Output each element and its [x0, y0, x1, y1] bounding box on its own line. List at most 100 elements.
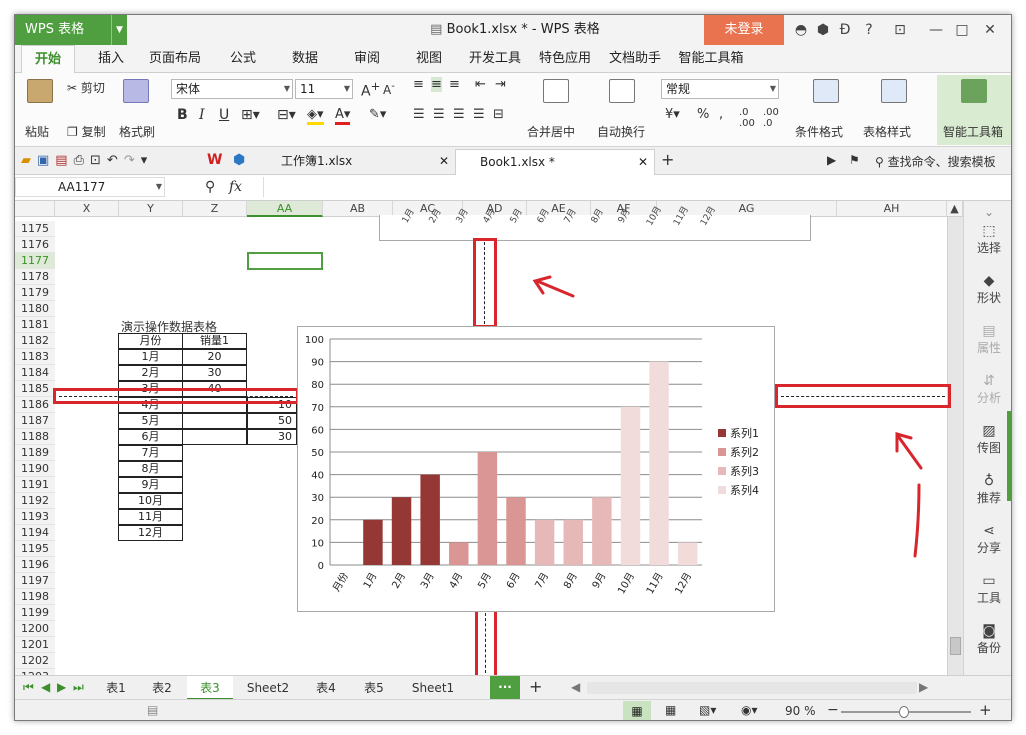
- sidebar-expand-handle[interactable]: [1007, 411, 1011, 501]
- zoom-in-icon[interactable]: +: [979, 701, 992, 719]
- format-painter-button[interactable]: 格式刷: [119, 123, 155, 140]
- clear-format-icon[interactable]: ✎▾: [369, 107, 386, 122]
- cut-button[interactable]: ✂ 剪切: [67, 79, 105, 96]
- tab-insert[interactable]: 插入: [91, 45, 131, 73]
- font-name-select[interactable]: 宋体 ▼: [171, 79, 293, 99]
- grow-font-icon[interactable]: A+: [361, 79, 380, 100]
- wrap-text-icon[interactable]: [609, 79, 635, 103]
- tab-developer[interactable]: 开发工具: [465, 45, 525, 73]
- tab-review[interactable]: 审阅: [347, 45, 387, 73]
- tab-home[interactable]: 开始: [21, 45, 75, 73]
- close-icon[interactable]: ✕: [638, 150, 648, 174]
- smart-toolbox-button[interactable]: 智能工具箱: [937, 75, 1011, 145]
- restore-window-icon[interactable]: ⊡: [889, 15, 911, 45]
- hscroll-left-icon[interactable]: ◀: [571, 680, 580, 694]
- underline-icon[interactable]: U: [219, 107, 229, 123]
- zoom-out-icon[interactable]: −: [827, 702, 839, 718]
- sidebar-item-analyze[interactable]: ⇵ 分析: [964, 373, 1011, 406]
- print-icon[interactable]: ⎙: [74, 153, 90, 168]
- undo-icon[interactable]: ↶: [107, 153, 124, 168]
- share-icon[interactable]: ⚑: [849, 153, 860, 167]
- sheet-tab[interactable]: 表5: [353, 676, 395, 700]
- italic-icon[interactable]: I: [199, 107, 205, 123]
- align-left-icon[interactable]: ☰: [413, 107, 425, 122]
- fx-button[interactable]: fx: [229, 179, 242, 195]
- sheet-nav-first-icon[interactable]: ⏮: [23, 680, 34, 695]
- tab-page-layout[interactable]: 页面布局: [145, 45, 205, 73]
- more-sheets-button[interactable]: ···: [490, 676, 520, 700]
- align-bottom-icon[interactable]: ≡: [449, 77, 460, 92]
- horizontal-scrollbar[interactable]: [587, 682, 917, 694]
- doc-tab-book1[interactable]: Book1.xlsx * ✕: [455, 149, 655, 175]
- zoom-lookup-icon[interactable]: ⚲: [205, 179, 215, 195]
- minimize-icon[interactable]: —: [925, 15, 947, 45]
- sidebar-item-upload-image[interactable]: ▨ 传图: [964, 423, 1011, 456]
- view-page-break-icon[interactable]: ▧▾: [699, 703, 716, 717]
- tab-data[interactable]: 数据: [285, 45, 325, 73]
- justify-icon[interactable]: ☰: [473, 107, 485, 122]
- settings-icon[interactable]: ⬢: [812, 15, 834, 45]
- zoom-level[interactable]: 90 %: [785, 704, 816, 718]
- name-box[interactable]: AA1177 ▼: [15, 177, 165, 197]
- conditional-format-icon[interactable]: [813, 79, 839, 103]
- bold-icon[interactable]: B: [177, 107, 188, 123]
- tab-special-apps[interactable]: 特色应用: [535, 45, 595, 73]
- sheet-tab[interactable]: 表4: [305, 676, 347, 700]
- sheet-tab[interactable]: 表1: [95, 676, 137, 700]
- comma-icon[interactable]: ,: [719, 107, 723, 122]
- export-pdf-icon[interactable]: ▤: [55, 153, 73, 168]
- increase-decimal-icon[interactable]: .0.00: [739, 107, 755, 129]
- shrink-font-icon[interactable]: A-: [383, 81, 395, 97]
- tab-smart-toolbox[interactable]: 智能工具箱: [675, 45, 747, 73]
- font-size-select[interactable]: 11 ▼: [295, 79, 353, 99]
- conditional-format-button[interactable]: 条件格式: [795, 123, 843, 140]
- view-normal-button[interactable]: ▦: [623, 701, 651, 720]
- merge-center-button[interactable]: 合并居中: [527, 123, 575, 140]
- wps-logo-icon[interactable]: W: [207, 152, 222, 168]
- number-format-select[interactable]: 常规 ▼: [661, 79, 779, 99]
- spreadsheet-grid[interactable]: X Y Z AA AB AC AD AE AF AG AH ▲ 1175 1176…: [15, 201, 963, 675]
- reading-mode-icon[interactable]: ◉▾: [741, 703, 758, 717]
- sheet-nav-next-icon[interactable]: ▶: [57, 680, 66, 694]
- sheet-tab[interactable]: Sheet2: [239, 676, 297, 700]
- sidebar-item-properties[interactable]: ▤ 属性: [964, 323, 1011, 356]
- sidebar-collapse-icon[interactable]: ⌄: [964, 205, 1011, 219]
- table-style-icon[interactable]: [881, 79, 907, 103]
- macro-record-icon[interactable]: ▤: [147, 703, 158, 717]
- close-icon[interactable]: ✕: [439, 149, 449, 173]
- zoom-slider[interactable]: [841, 706, 971, 718]
- currency-icon[interactable]: ¥▾: [665, 107, 680, 122]
- save-icon[interactable]: ▣: [37, 153, 55, 168]
- align-top-icon[interactable]: ≡: [413, 77, 424, 92]
- sheet-tab[interactable]: Sheet1: [403, 676, 463, 700]
- merge-center-icon[interactable]: [543, 79, 569, 103]
- align-middle-icon[interactable]: ≡: [431, 77, 442, 92]
- sheet-nav-last-icon[interactable]: ⏭: [73, 680, 84, 695]
- open-icon[interactable]: ▰: [21, 153, 37, 168]
- format-painter-icon[interactable]: [123, 79, 149, 103]
- tab-view[interactable]: 视图: [409, 45, 449, 73]
- maximize-icon[interactable]: □: [951, 15, 973, 45]
- table-style-button[interactable]: 表格样式: [863, 123, 911, 140]
- align-center-icon[interactable]: ☰: [433, 107, 445, 122]
- new-tab-icon[interactable]: +: [661, 150, 674, 169]
- tab-doc-assistant[interactable]: 文档助手: [605, 45, 665, 73]
- sheet-tab[interactable]: 表2: [141, 676, 183, 700]
- sidebar-item-share[interactable]: ⋖ 分享: [964, 523, 1011, 556]
- sheet-nav-prev-icon[interactable]: ◀: [41, 680, 50, 694]
- copy-button[interactable]: ❐ 复制: [67, 123, 106, 140]
- zoom-slider-thumb[interactable]: [899, 706, 909, 718]
- chevron-down-icon[interactable]: ▼: [111, 15, 127, 45]
- hscroll-right-icon[interactable]: ▶: [919, 680, 928, 694]
- wrap-text-button[interactable]: 自动换行: [597, 123, 645, 140]
- tab-formulas[interactable]: 公式: [223, 45, 263, 73]
- fill-color-icon[interactable]: ◈▾: [307, 107, 324, 125]
- sidebar-item-select[interactable]: ⬚ 选择: [964, 223, 1011, 256]
- chevron-down-icon[interactable]: ▾: [141, 153, 154, 168]
- search-command[interactable]: ⚲ 查找命令、搜索模板: [875, 153, 996, 170]
- bar-chart[interactable]: 0 10 20 30 40 50 60 70 80 90 100 月份 1月 2月 3月 4月 5月 6月 7月 8月…: [297, 326, 775, 612]
- login-button[interactable]: 未登录: [704, 15, 784, 45]
- view-page-layout-icon[interactable]: ▦: [665, 703, 676, 717]
- add-sheet-icon[interactable]: +: [529, 677, 542, 696]
- sidebar-item-recommend[interactable]: ♁ 推荐: [964, 473, 1011, 506]
